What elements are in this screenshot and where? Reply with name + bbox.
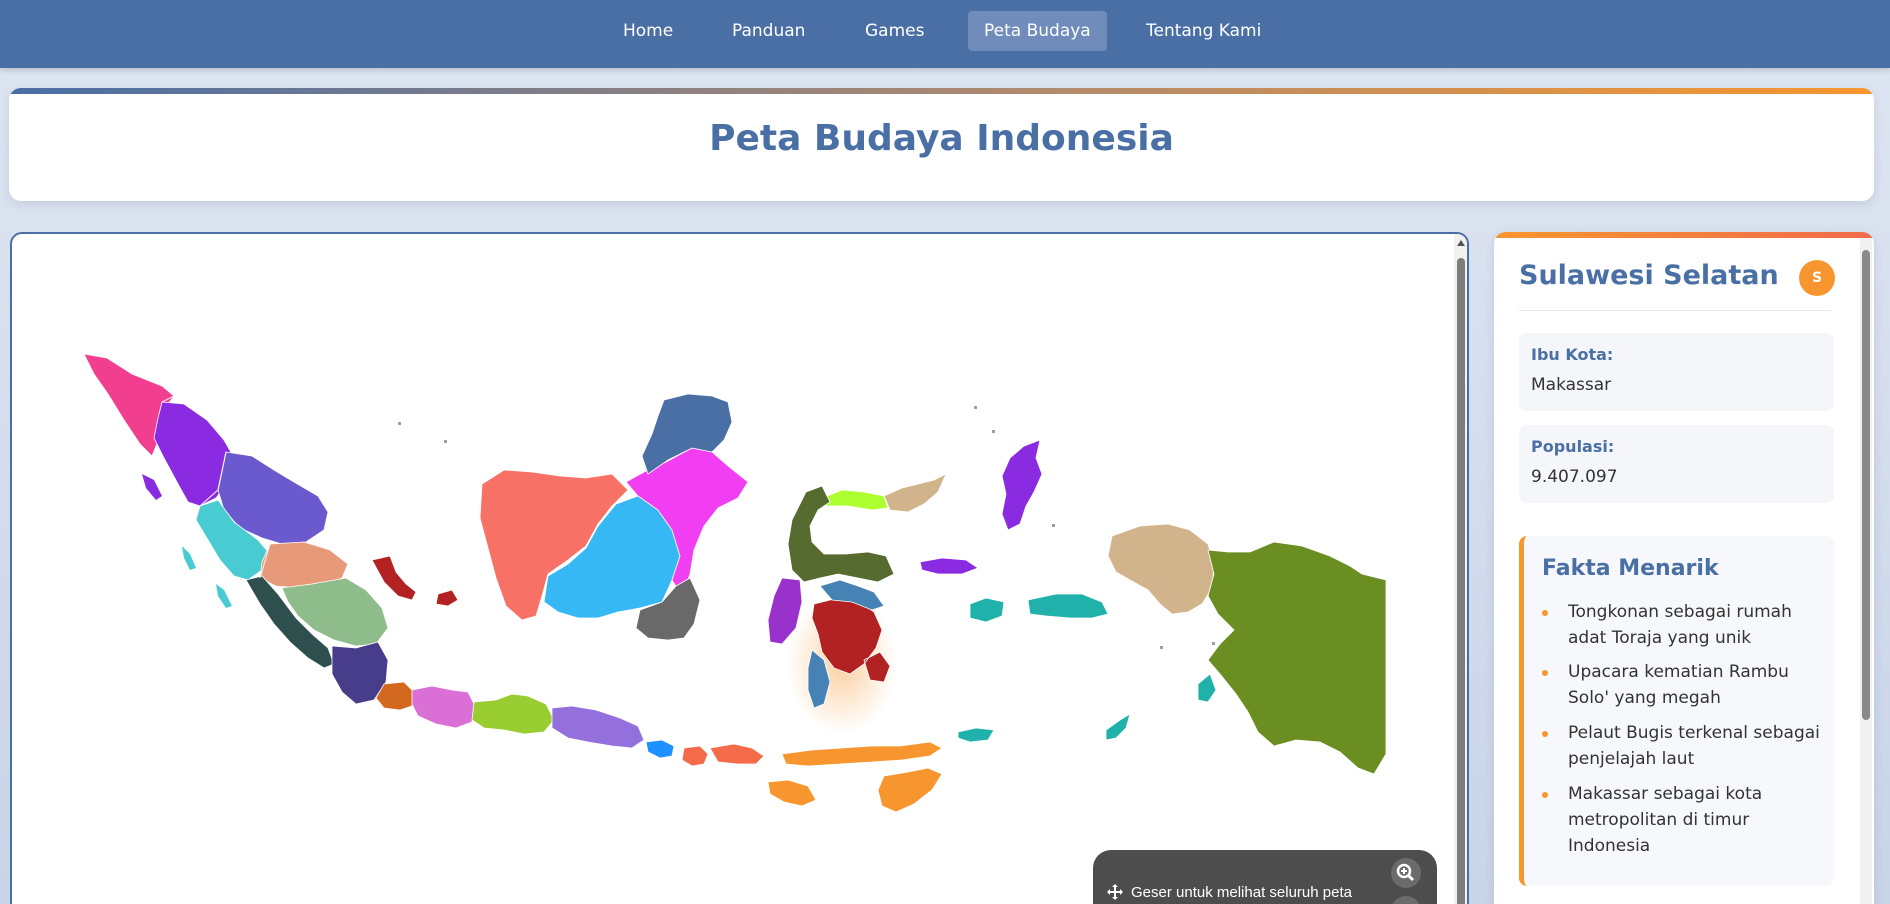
region-maluku-utara[interactable] — [919, 439, 1043, 575]
indonesia-map[interactable] — [12, 234, 1452, 904]
page-title: Peta Budaya Indonesia — [709, 118, 1174, 159]
map-hint-text: Geser untuk melihat seluruh peta — [1131, 884, 1352, 901]
region-ntb[interactable] — [681, 743, 765, 767]
fact-text: Tongkonan sebagai rumah adat Toraja yang… — [1568, 602, 1792, 648]
region-sulawesi-utara[interactable] — [883, 473, 947, 513]
map-panel: Geser untuk melihat seluruh peta — [10, 232, 1469, 904]
map-hint-panel: Geser untuk melihat seluruh peta — [1093, 850, 1437, 904]
region-maluku[interactable] — [957, 593, 1217, 743]
nav-peta-budaya[interactable]: Peta Budaya — [968, 11, 1107, 51]
capital-value: Makassar — [1531, 375, 1612, 395]
title-accent-bar — [9, 88, 1874, 94]
province-name: Sulawesi Selatan — [1519, 260, 1779, 291]
bullet-icon — [1542, 670, 1548, 676]
top-navbar: Home Panduan Games Peta Budaya Tentang K… — [0, 0, 1890, 68]
scroll-up-arrow-icon[interactable] — [1457, 240, 1465, 246]
bullet-icon — [1542, 610, 1548, 616]
info-scrollbar[interactable] — [1860, 238, 1872, 904]
zoom-in-icon — [1396, 863, 1415, 882]
island-mentawai — [182, 546, 196, 570]
region-bali[interactable] — [645, 739, 675, 759]
region-papua-barat[interactable] — [1107, 523, 1215, 615]
move-icon — [1107, 884, 1123, 900]
population-box: Populasi: 9.407.097 — [1519, 425, 1834, 503]
region-jawa-timur[interactable] — [551, 705, 645, 749]
region-bangka-belitung[interactable] — [371, 555, 459, 607]
nav-home[interactable]: Home — [607, 11, 689, 51]
region-gorontalo[interactable] — [821, 489, 889, 511]
island-mentawai-south — [216, 584, 232, 608]
region-papua[interactable] — [1207, 541, 1387, 775]
fact-text: Upacara kematian Rambu Solo' yang megah — [1568, 662, 1789, 708]
fact-text: Makassar sebagai kota metropolitan di ti… — [1568, 784, 1763, 856]
bullet-icon — [1542, 792, 1548, 798]
region-ntt[interactable] — [767, 741, 943, 813]
facts-title: Fakta Menarik — [1542, 556, 1719, 581]
nav-tentang-kami[interactable]: Tentang Kami — [1130, 11, 1277, 51]
facts-box: Fakta Menarik Tongkonan sebagai rumah ad… — [1519, 536, 1834, 886]
capital-box: Ibu Kota: Makassar — [1519, 333, 1834, 411]
province-info-panel: Sulawesi Selatan S Ibu Kota: Makassar Po… — [1494, 232, 1874, 904]
nav-games[interactable]: Games — [849, 11, 940, 51]
capital-label: Ibu Kota: — [1531, 345, 1614, 364]
fact-text: Pelaut Bugis terkenal sebagai penjelajah… — [1568, 723, 1820, 769]
island-nias — [142, 474, 162, 500]
province-badge: S — [1799, 260, 1835, 296]
info-scroll-thumb[interactable] — [1862, 250, 1870, 720]
map-scrollbar[interactable] — [1454, 234, 1467, 904]
map-scroll-thumb[interactable] — [1457, 258, 1465, 904]
population-label: Populasi: — [1531, 437, 1615, 456]
region-jawa-barat[interactable] — [411, 685, 475, 729]
bullet-icon — [1542, 731, 1548, 737]
nav-panduan[interactable]: Panduan — [716, 11, 821, 51]
zoom-out-button[interactable] — [1391, 896, 1421, 904]
region-jawa-tengah[interactable] — [471, 693, 555, 735]
title-card: Peta Budaya Indonesia — [9, 88, 1874, 201]
info-divider — [1519, 310, 1831, 311]
info-accent-bar — [1494, 232, 1874, 238]
population-value: 9.407.097 — [1531, 467, 1618, 487]
zoom-in-button[interactable] — [1391, 858, 1421, 888]
